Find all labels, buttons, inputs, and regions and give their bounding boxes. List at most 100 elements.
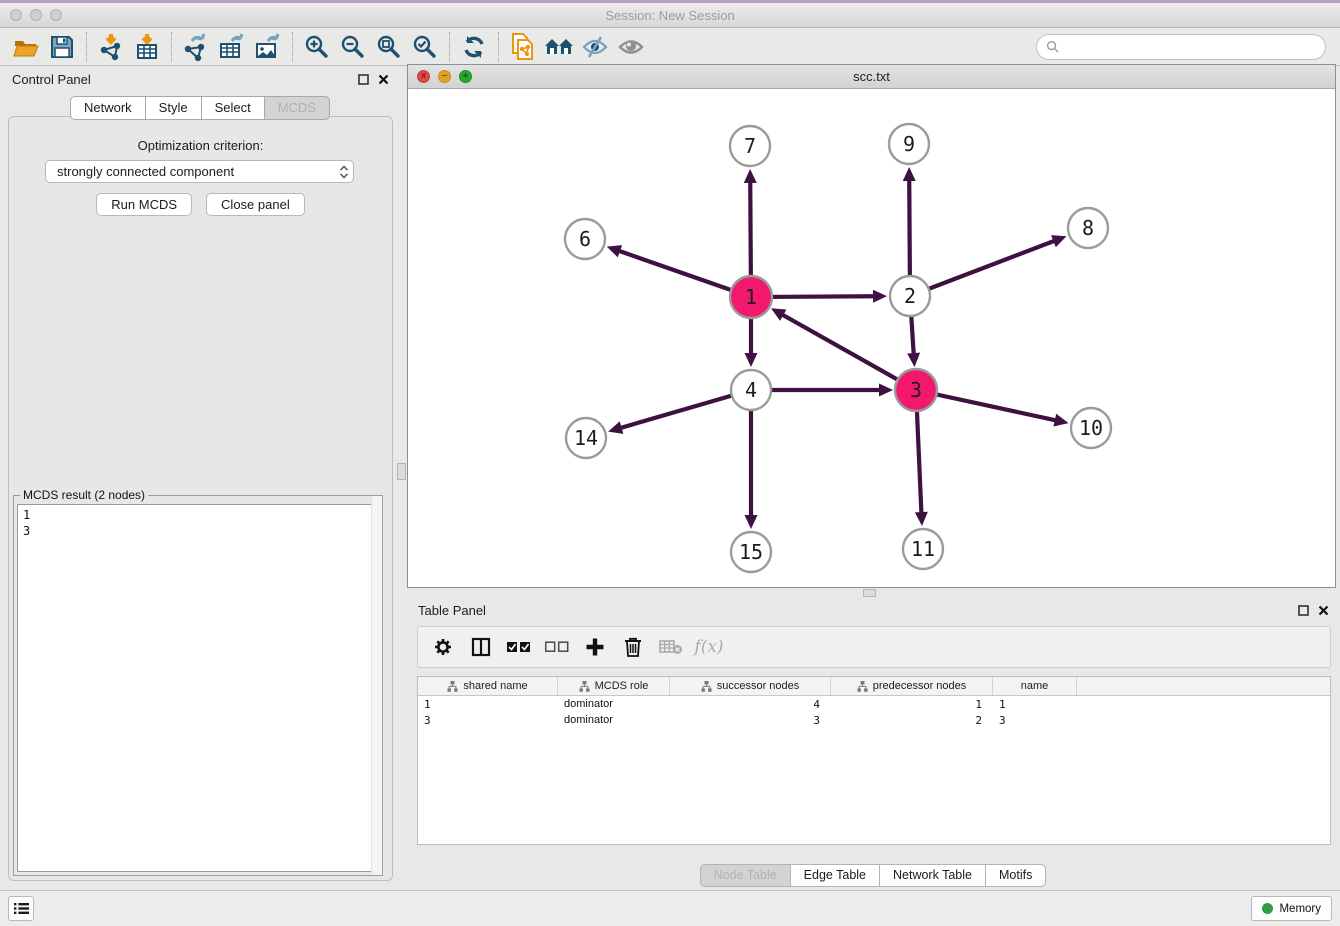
table-panel-tabs: Node Table Edge Table Network Table Moti…: [407, 864, 1340, 887]
svg-text:2: 2: [904, 284, 916, 308]
graph-node-6[interactable]: 6: [565, 219, 605, 259]
graph-edge-2-8[interactable]: [910, 235, 1067, 296]
zoom-selected-button[interactable]: [407, 31, 443, 63]
column-header-shared-name[interactable]: shared name: [418, 677, 558, 695]
fx-icon: f(x): [694, 637, 723, 657]
network-canvas[interactable]: 1 2 3 4 6 7 8 9 10 11 14 15: [408, 89, 1335, 587]
search-input[interactable]: [1059, 40, 1316, 54]
save-session-button[interactable]: [44, 31, 80, 63]
horizontal-splitter-grip[interactable]: [863, 589, 876, 597]
table-settings-button[interactable]: [426, 631, 460, 663]
run-mcds-button[interactable]: Run MCDS: [96, 193, 192, 216]
graph-node-11[interactable]: 11: [903, 529, 943, 569]
close-panel-button[interactable]: Close panel: [206, 193, 305, 216]
column-header-name[interactable]: name: [993, 677, 1077, 695]
zoom-fit-button[interactable]: [371, 31, 407, 63]
save-icon: [50, 35, 74, 59]
network-window-title: scc.txt: [408, 69, 1335, 84]
svg-text:10: 10: [1079, 416, 1103, 440]
tab-edge-table[interactable]: Edge Table: [790, 864, 880, 887]
tab-style[interactable]: Style: [145, 96, 202, 120]
svg-text:1: 1: [745, 285, 757, 309]
show-column-button[interactable]: [464, 631, 498, 663]
optimization-criterion-label: Optimization criterion:: [9, 138, 392, 153]
graph-edge-3-1[interactable]: [771, 308, 916, 390]
tab-network[interactable]: Network: [70, 96, 146, 120]
column-type-icon: [701, 681, 712, 692]
table-cell: 1: [993, 698, 1077, 711]
svg-text:3: 3: [910, 378, 922, 402]
refresh-button[interactable]: [456, 31, 492, 63]
network-window-title-bar[interactable]: × − + scc.txt: [408, 65, 1335, 89]
plus-icon: [585, 637, 605, 657]
float-panel-icon[interactable]: [1298, 605, 1309, 616]
criterion-dropdown[interactable]: strongly connected component: [45, 160, 354, 183]
column-header-predecessor-nodes[interactable]: predecessor nodes: [831, 677, 993, 695]
function-builder-button[interactable]: f(x): [692, 631, 726, 663]
graph-edge-3-10[interactable]: [916, 390, 1069, 427]
float-panel-icon[interactable]: [358, 74, 369, 85]
create-column-button[interactable]: [578, 631, 612, 663]
tab-motifs[interactable]: Motifs: [985, 864, 1046, 887]
graph-node-3[interactable]: 3: [895, 369, 937, 411]
toolbar-separator: [86, 32, 87, 62]
zoom-selected-icon: [412, 34, 438, 60]
tab-select[interactable]: Select: [201, 96, 265, 120]
tab-network-table[interactable]: Network Table: [879, 864, 986, 887]
zoom-in-button[interactable]: [299, 31, 335, 63]
column-header-mcds-role[interactable]: MCDS role: [558, 677, 670, 695]
task-history-button[interactable]: [8, 896, 34, 921]
table-cell: dominator: [558, 714, 670, 726]
graph-node-14[interactable]: 14: [566, 418, 606, 458]
gear-icon: [433, 637, 453, 657]
unselect-all-columns-button[interactable]: [540, 631, 574, 663]
window-title: Session: New Session: [0, 8, 1340, 23]
import-network-button[interactable]: [93, 31, 129, 63]
column-header-successor-nodes[interactable]: successor nodes: [670, 677, 831, 695]
vertical-splitter-grip[interactable]: [397, 463, 406, 480]
delete-table-icon: [659, 639, 683, 655]
graph-edge-4-3[interactable]: [751, 384, 893, 397]
graph-edge-4-14[interactable]: [608, 390, 751, 434]
select-all-columns-button[interactable]: [502, 631, 536, 663]
graph-node-1[interactable]: 1: [730, 276, 772, 318]
table-cell: 2: [831, 714, 993, 727]
tab-node-table[interactable]: Node Table: [700, 864, 791, 887]
graph-node-10[interactable]: 10: [1071, 408, 1111, 448]
duplicate-network-button[interactable]: [505, 31, 541, 63]
delete-table-button[interactable]: [654, 631, 688, 663]
zoom-out-button[interactable]: [335, 31, 371, 63]
svg-text:7: 7: [744, 134, 756, 158]
graph-node-4[interactable]: 4: [731, 370, 771, 410]
result-scrollbar[interactable]: [371, 496, 382, 875]
graph-node-8[interactable]: 8: [1068, 208, 1108, 248]
graph-edge-1-6[interactable]: [607, 245, 751, 297]
svg-text:14: 14: [574, 426, 598, 450]
tab-mcds[interactable]: MCDS: [264, 96, 330, 120]
mcds-result-text[interactable]: 1 3: [17, 504, 379, 872]
graph-node-7[interactable]: 7: [730, 126, 770, 166]
close-panel-icon[interactable]: [378, 74, 389, 85]
network-graph[interactable]: 1 2 3 4 6 7 8 9 10 11 14 15: [408, 89, 1335, 588]
first-neighbors-button[interactable]: [541, 31, 577, 63]
delete-column-button[interactable]: [616, 631, 650, 663]
show-all-button[interactable]: [613, 31, 649, 63]
memory-button[interactable]: Memory: [1251, 896, 1332, 921]
table-row[interactable]: 3dominator323: [418, 712, 1330, 728]
export-network-button[interactable]: [178, 31, 214, 63]
export-image-icon: [254, 33, 282, 61]
graph-node-9[interactable]: 9: [889, 124, 929, 164]
network-view-window: × − + scc.txt 1 2 3 4 6 7 8 9 10 11 14 15: [407, 64, 1336, 588]
hide-selected-button[interactable]: [577, 31, 613, 63]
two-houses-icon: [544, 35, 574, 59]
close-panel-icon[interactable]: [1318, 605, 1329, 616]
graph-node-2[interactable]: 2: [890, 276, 930, 316]
export-image-button[interactable]: [250, 31, 286, 63]
export-table-button[interactable]: [214, 31, 250, 63]
refresh-icon: [461, 34, 487, 60]
table-cell: 1: [418, 698, 558, 711]
open-file-button[interactable]: [8, 31, 44, 63]
import-table-button[interactable]: [129, 31, 165, 63]
graph-node-15[interactable]: 15: [731, 532, 771, 572]
table-row[interactable]: 1dominator411: [418, 696, 1330, 712]
